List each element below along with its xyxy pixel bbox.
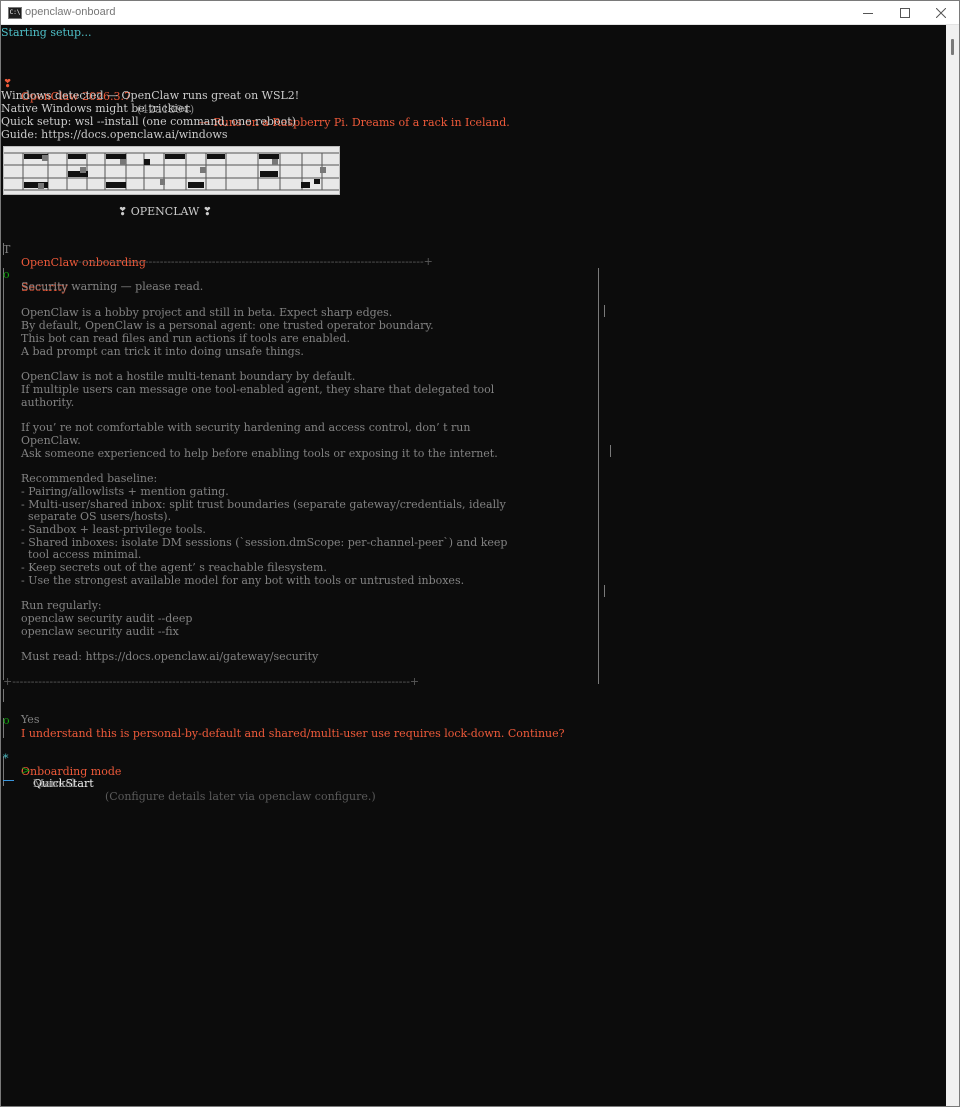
security-text-line: By default, OpenClaw is a personal agent… <box>21 319 434 332</box>
audit-command: openclaw security audit --deep <box>21 612 193 625</box>
security-box-tick <box>610 445 611 457</box>
security-text-line: This bot can read files and run actions … <box>21 332 350 345</box>
banner-subtitle: ❣ OPENCLAW ❣ <box>118 205 213 218</box>
security-text-line: If you’ re not comfortable with security… <box>21 421 471 434</box>
version-header: ❣ OpenClaw 2026.3.7 (42a1394) — Runs on … <box>1 64 510 129</box>
baseline-line: - Keep secrets out of the agent’ s reach… <box>21 561 327 574</box>
notice-line: Windows detected — OpenClaw runs great o… <box>1 89 300 102</box>
baseline-line: Recommended baseline: <box>21 472 158 485</box>
title-bar[interactable]: C:\ openclaw-onboard <box>1 1 959 25</box>
security-text-line: A bad prompt can trick it into doing uns… <box>21 345 304 358</box>
confirm-question: I understand this is personal-by-default… <box>21 727 565 740</box>
security-text-line: OpenClaw is a hobby project and still in… <box>21 306 393 319</box>
maximize-button[interactable] <box>886 1 923 24</box>
security-header: o Security <box>1 255 68 294</box>
confirm-prompt: o I understand this is personal-by-defau… <box>1 701 565 740</box>
must-read-link: Must read: https://docs.openclaw.ai/gate… <box>21 650 319 663</box>
security-box-right-border <box>598 268 599 684</box>
terminal-cursor <box>3 780 14 781</box>
security-text-line: authority. <box>21 396 75 409</box>
option-hint: (Configure details later via openclaw co… <box>105 790 376 803</box>
baseline-line: - Sandbox + least-privilege tools. <box>21 523 206 536</box>
notice-line: Guide: https://docs.openclaw.ai/windows <box>1 128 228 141</box>
minimize-button[interactable] <box>849 1 886 24</box>
close-button[interactable] <box>922 1 959 24</box>
maximize-icon <box>899 7 910 18</box>
security-text-line: If multiple users can message one tool-e… <box>21 383 495 396</box>
mode-option-quickstart[interactable]: > QuickStart (Configure details later vi… <box>1 751 501 803</box>
gutter-bar <box>3 268 4 680</box>
security-box-tick <box>604 585 605 597</box>
security-box-top-border: ----------------------------------------… <box>78 255 433 268</box>
run-regularly-line: Run regularly: <box>21 599 102 612</box>
openclaw-ascii-banner <box>3 146 340 195</box>
terminal-window: C:\ openclaw-onboard Starting setup... ❣… <box>0 0 960 1107</box>
gutter-bar <box>3 243 4 255</box>
notice-line: Quick setup: wsl --install (one command,… <box>1 115 296 128</box>
security-marker: o <box>3 268 10 281</box>
close-icon <box>935 7 946 18</box>
vertical-scrollbar[interactable] <box>946 25 959 1106</box>
security-warning-lead: Security warning — please read. <box>21 280 204 293</box>
security-text-line: OpenClaw. <box>21 434 81 447</box>
confirm-marker: o <box>3 714 10 727</box>
baseline-line: tool access minimal. <box>21 548 142 561</box>
baseline-line: separate OS users/hosts). <box>21 510 172 523</box>
baseline-line: - Use the strongest available model for … <box>21 574 465 587</box>
window-title: openclaw-onboard <box>25 6 116 18</box>
terminal-icon: C:\ <box>8 7 22 19</box>
option-label: Manual <box>33 777 76 790</box>
banner-art <box>4 152 339 191</box>
starting-line: Starting setup... <box>1 26 92 39</box>
confirm-answer: Yes <box>21 713 40 726</box>
terminal-output[interactable]: Starting setup... ❣ OpenClaw 2026.3.7 (4… <box>1 25 946 1106</box>
security-box-tick <box>604 305 605 317</box>
baseline-line: - Pairing/allowlists + mention gating. <box>21 485 229 498</box>
minimize-icon <box>862 13 873 14</box>
notice-line: Native Windows might be trickier. <box>1 102 192 115</box>
mode-option-manual[interactable]: Manual <box>1 764 201 790</box>
security-text-line: OpenClaw is not a hostile multi-tenant b… <box>21 370 356 383</box>
audit-command: openclaw security audit --fix <box>21 625 179 638</box>
scrollbar-thumb[interactable] <box>951 39 954 55</box>
security-box-bottom-border: +---------------------------------------… <box>3 675 420 688</box>
security-text-line: Ask someone experienced to help before e… <box>21 447 498 460</box>
onboarding-header: T OpenClaw onboarding <box>1 230 146 269</box>
